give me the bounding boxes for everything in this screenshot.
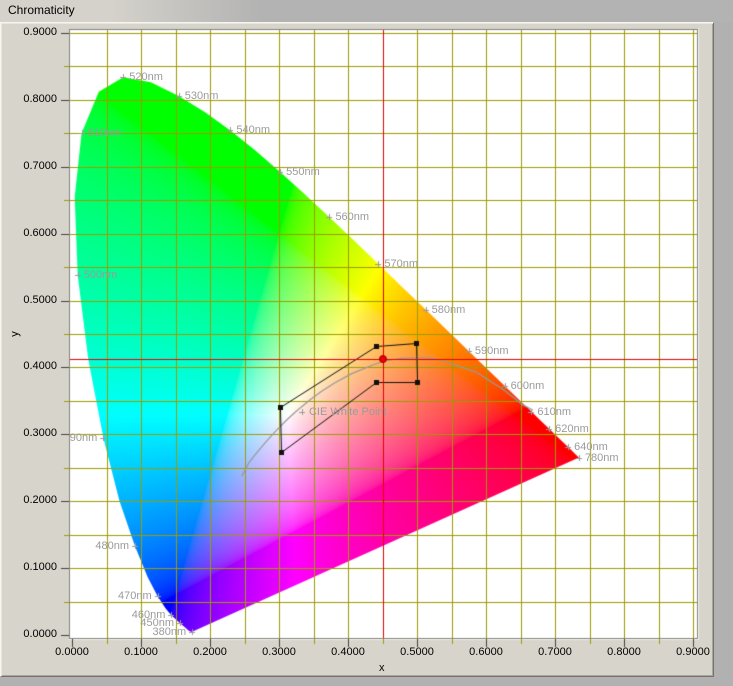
chromaticity-diagram-canvas[interactable]: [0, 0, 733, 686]
chromaticity-window: Chromaticity 380nm450nm460nm470nm480nm49…: [0, 0, 733, 686]
